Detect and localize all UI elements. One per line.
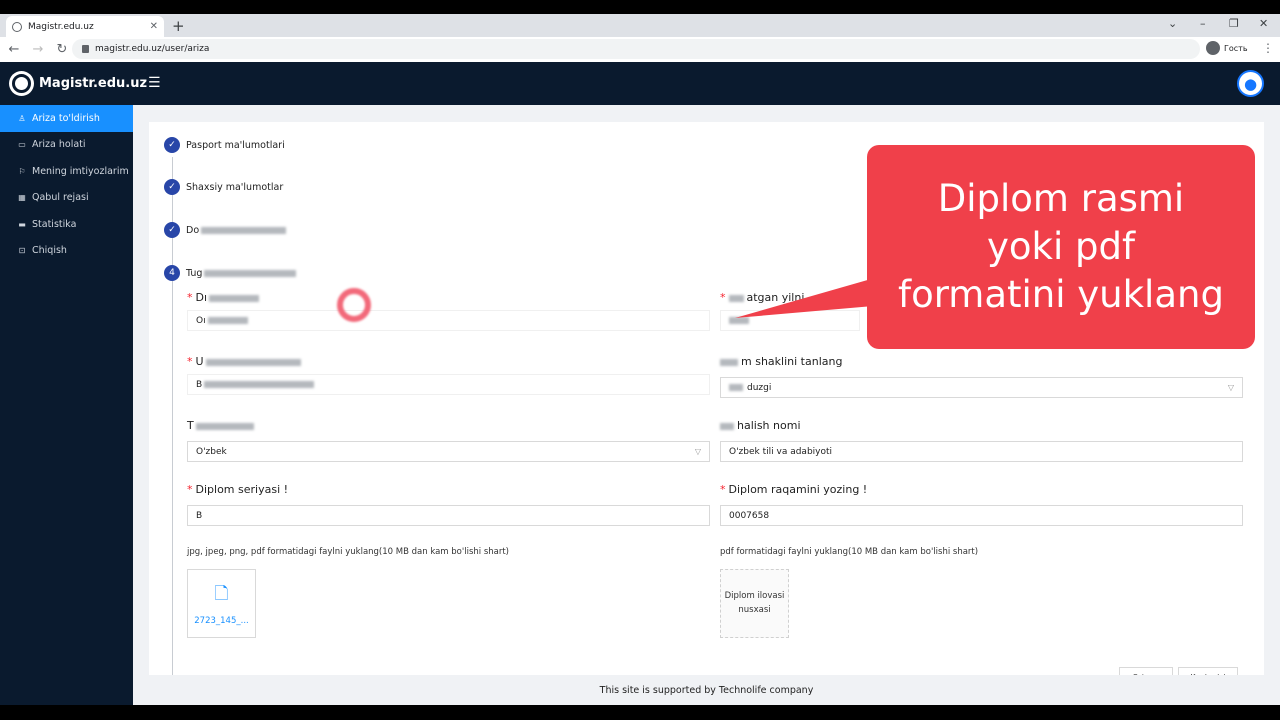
forward-icon[interactable]: → <box>28 42 48 57</box>
close-window-icon[interactable]: ✕ <box>1259 17 1268 30</box>
menu-toggle-icon[interactable]: ☰ <box>148 75 161 91</box>
back-icon[interactable]: ← <box>4 42 24 57</box>
uploaded-file-diploma[interactable]: 🗋 2723_145_... <box>187 569 256 638</box>
sidebar-item-label: Mening imtiyozlarim <box>32 165 129 177</box>
address-bar[interactable]: magistr.edu.uz/user/ariza <box>72 39 1200 59</box>
blurred-text <box>204 269 297 277</box>
profile-button[interactable]: Гость <box>1206 41 1248 55</box>
field-label: * U <box>187 355 301 368</box>
chevron-down-icon: ▽ <box>1227 383 1234 392</box>
sidebar-item-imtiyozlar[interactable]: ⚐ Mening imtiyozlarim <box>0 158 133 185</box>
upload-hint-diploma: jpg, jpeg, png, pdf formatidagi faylni y… <box>187 547 509 557</box>
field-input-1[interactable]: Oı <box>187 310 710 331</box>
instruction-callout: Diplom rasmi yoki pdf formatini yuklang <box>867 145 1255 349</box>
globe-icon <box>12 21 22 32</box>
file-icon: 🗋 <box>214 584 229 604</box>
card-icon: ▭ <box>18 140 26 150</box>
upload-hint-appendix: pdf formatidagi faylni yuklang(10 MB dan… <box>720 547 979 557</box>
app-header: Magistr.edu.uz ☰ ● <box>0 62 1280 105</box>
logo-icon <box>9 71 34 96</box>
university-select[interactable]: B <box>187 374 710 395</box>
browser-menu-icon[interactable]: ⋮ <box>1262 41 1274 55</box>
specialty-name-input[interactable]: O'zbek tili va adabiyoti <box>720 441 1243 462</box>
tab-title: Magistr.edu.uz <box>28 21 94 32</box>
sidebar-item-label: Qabul rejasi <box>32 192 89 204</box>
maximize-icon[interactable]: ❐ <box>1229 17 1239 30</box>
video-letterbox-bottom <box>0 705 1280 720</box>
study-form-select[interactable]: duzgi ▽ <box>720 377 1243 398</box>
diploma-series-input[interactable]: B <box>187 505 710 526</box>
user-avatar-icon[interactable]: ● <box>1237 70 1264 97</box>
minimize-icon[interactable]: – <box>1200 17 1206 30</box>
blurred-text <box>201 226 287 234</box>
sidebar-item-statistika[interactable]: ▬ Statistika <box>0 211 133 238</box>
lock-icon <box>82 45 89 53</box>
sidebar-item-ariza-toldirish[interactable]: ♙ Ariza to'ldirish <box>0 105 133 132</box>
step-personal: ✓ Shaxsiy ma'lumotlar <box>164 179 283 195</box>
upload-diploma-appendix[interactable]: Diplom ilovasi nusxasi <box>720 569 789 638</box>
field-label: halish nomi <box>720 419 801 432</box>
footer: This site is supported by Technolife com… <box>133 675 1280 705</box>
sidebar-item-label: Statistika <box>32 218 77 230</box>
step-four-current: 4 Tug <box>164 265 297 281</box>
field-label: T <box>187 419 254 432</box>
chevron-down-icon: ▽ <box>694 447 701 456</box>
profile-icon <box>1206 41 1220 55</box>
site-logo[interactable]: Magistr.edu.uz <box>9 71 147 96</box>
sidebar-item-label: Ariza to'ldirish <box>32 112 100 124</box>
step-label: Shaxsiy ma'lumotlar <box>186 181 284 193</box>
step-label: Pasport ma'lumotlari <box>186 139 285 151</box>
reload-icon[interactable]: ↻ <box>52 42 72 57</box>
new-tab-icon[interactable]: + <box>172 17 185 35</box>
flag-icon: ⚐ <box>18 166 26 176</box>
field-label: * Dı <box>187 291 260 304</box>
next-button[interactable]: Keyingisi <box>1178 667 1238 675</box>
step-check-icon: ✓ <box>164 179 180 195</box>
step-label: Do <box>186 224 200 236</box>
chart-icon: ▬ <box>18 219 26 229</box>
back-button[interactable]: Ortaga <box>1119 667 1173 675</box>
diploma-series-label: * Diplom seriyasi ! <box>187 483 289 496</box>
browser-chrome: Magistr.edu.uz ✕ + ⌄ – ❐ ✕ ← → ↻ magistr… <box>0 14 1280 62</box>
calendar-icon: ▦ <box>18 193 26 203</box>
sidebar-item-chiqish[interactable]: ⊡ Chiqish <box>0 238 133 265</box>
language-select[interactable]: O'zbek ▽ <box>187 441 710 462</box>
sidebar: ♙ Ariza to'ldirish ▭ Ariza holati ⚐ Meni… <box>0 105 133 705</box>
exit-icon: ⊡ <box>18 246 26 256</box>
diploma-number-input[interactable]: 0007658 <box>720 505 1243 526</box>
sidebar-item-ariza-holati[interactable]: ▭ Ariza holati <box>0 132 133 159</box>
video-letterbox-top <box>0 0 1280 14</box>
sidebar-item-label: Chiqish <box>32 245 67 257</box>
diploma-number-label: * Diplom raqamini yozing ! <box>720 483 868 496</box>
tab-close-icon[interactable]: ✕ <box>150 21 158 32</box>
sidebar-item-label: Ariza holati <box>32 139 86 151</box>
sidebar-item-qabul-rejasi[interactable]: ▦ Qabul rejasi <box>0 185 133 212</box>
user-icon: ♙ <box>18 113 26 123</box>
step-number: 4 <box>164 265 180 281</box>
uploaded-filename[interactable]: 2723_145_... <box>194 616 248 626</box>
logo-text: Magistr.edu.uz <box>39 76 148 91</box>
click-highlight-ring <box>337 288 371 322</box>
step-three: ✓ Do <box>164 222 287 238</box>
tab-strip: Magistr.edu.uz ✕ + ⌄ – ❐ ✕ <box>0 14 1280 37</box>
step-check-icon: ✓ <box>164 137 180 153</box>
step-check-icon: ✓ <box>164 222 180 238</box>
field-label: m shaklini tanlang <box>720 355 842 368</box>
url-text: magistr.edu.uz/user/ariza <box>95 44 210 54</box>
tab-search-icon[interactable]: ⌄ <box>1168 17 1177 30</box>
browser-tab[interactable]: Magistr.edu.uz ✕ <box>6 16 164 37</box>
profile-label: Гость <box>1224 43 1248 53</box>
step-label: Tug <box>186 267 203 279</box>
address-row: ← → ↻ magistr.edu.uz/user/ariza Гость ⋮ <box>0 37 1280 62</box>
step-passport: ✓ Pasport ma'lumotlari <box>164 137 285 153</box>
